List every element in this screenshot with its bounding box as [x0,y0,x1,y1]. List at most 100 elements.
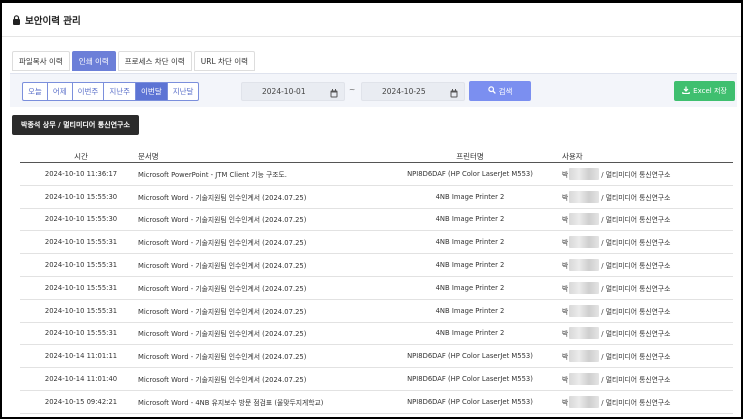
period-last-week-button[interactable]: 지난주 [103,82,137,101]
table-row[interactable]: 2024-10-10 15:55:31 Microsoft Word - 기술지원… [20,231,733,255]
cell-printer: 4NB Image Printer 2 [435,238,505,247]
user-department: / 멀티미디어 통신연구소 [601,262,671,271]
cell-user: 박 / 멀티미디어 통신연구소 [562,209,732,231]
search-button[interactable]: 검색 [469,81,531,101]
excel-export-button[interactable]: Excel 저장 [674,81,735,101]
cell-document: Microsoft Word - 기술지원팀 인수인계서 (2024.07.25… [138,307,307,316]
cell-user: 박 / 멀티미디어 통신연구소 [562,345,732,367]
page-header: 보안이력 관리 [2,3,741,37]
cell-document: Microsoft Word - 4NB 유지보수 방문 점검표 (울맞두지게학… [138,398,324,407]
user-department: / 멀티미디어 통신연구소 [601,353,671,362]
column-header-user: 사용자 [562,151,583,161]
cell-printer: 4NB Image Printer 2 [435,329,505,338]
tab-print[interactable]: 인쇄 이력 [71,51,116,71]
cell-user: 박 / 멀티미디어 통신연구소 [562,277,732,299]
search-button-label: 검색 [498,86,513,96]
user-department: / 멀티미디어 통신연구소 [601,216,671,225]
period-this-week-button[interactable]: 이번주 [71,82,105,101]
page-title: 보안이력 관리 [25,15,81,27]
start-date-value: 2024-10-01 [262,87,306,96]
cell-user: 박 / 멀티미디어 통신연구소 [562,300,732,322]
cell-document: Microsoft PowerPoint - JTM Client 기능 구조도… [138,170,287,179]
table-row[interactable]: 2024-10-10 15:55:31 Microsoft Word - 기술지원… [20,254,733,277]
table-row[interactable]: 2024-10-14 11:01:11 Microsoft Word - 기술지원… [20,345,733,369]
cell-time: 2024-10-10 15:55:30 [44,215,118,224]
cell-document: Microsoft Word - 기술지원팀 인수인계서 (2024.07.25… [138,284,307,293]
tab-file-copy[interactable]: 파일복사 이력 [12,51,70,71]
table-body: 2024-10-10 11:36:17 Microsoft PowerPoint … [20,163,733,414]
calendar-icon[interactable] [330,87,338,98]
excel-button-label: Excel 저장 [693,87,727,95]
cell-printer: 4NB Image Printer 2 [435,192,505,201]
search-icon [487,86,496,96]
cell-time: 2024-10-10 11:36:17 [44,169,118,178]
cell-user: 박 / 멀티미디어 통신연구소 [562,163,732,185]
lock-icon [12,14,21,25]
calendar-icon[interactable] [450,87,458,98]
history-tabs: 파일복사 이력 인쇄 이력 프로세스 차단 이력 URL 차단 이력 [12,51,257,71]
cell-time: 2024-10-14 11:01:40 [44,375,118,384]
blurred-user-name [569,259,600,272]
cell-time: 2024-10-15 09:42:21 [44,397,118,406]
blurred-user-name [569,327,600,340]
end-date-input[interactable]: 2024-10-25 [361,82,465,101]
cell-time: 2024-10-10 15:55:31 [44,238,118,247]
cell-user: 박 / 멀티미디어 통신연구소 [562,391,732,413]
selected-user-badge: 박종석 상무 / 멀티미디어 통신연구소 [12,115,139,135]
app-window: 보안이력 관리 파일복사 이력 인쇄 이력 프로세스 차단 이력 URL 차단 … [2,3,741,417]
period-today-button[interactable]: 오늘 [22,82,48,101]
filter-bar: 오늘 어제 이번주 지난주 이번달 지난달 2024-10-01 ~ 2024-… [10,73,737,107]
cell-time: 2024-10-10 15:55:31 [44,283,118,292]
cell-document: Microsoft Word - 기술지원팀 인수인계서 (2024.07.25… [138,353,307,362]
cell-user: 박 / 멀티미디어 통신연구소 [562,254,732,276]
download-icon [682,86,690,96]
cell-printer: NPI8D6DAF (HP Color LaserJet M553) [407,352,533,361]
period-yesterday-button[interactable]: 어제 [46,82,73,101]
cell-document: Microsoft Word - 기술지원팀 인수인계서 (2024.07.25… [138,216,307,225]
table-row[interactable]: 2024-10-10 15:55:31 Microsoft Word - 기술지원… [20,323,733,346]
blurred-user-name [569,236,600,249]
user-department: / 멀티미디어 통신연구소 [601,398,671,407]
cell-printer: 4NB Image Printer 2 [435,283,505,292]
cell-document: Microsoft Word - 기술지원팀 인수인계서 (2024.07.25… [138,262,307,271]
user-department: / 멀티미디어 통신연구소 [601,193,671,202]
cell-printer: 4NB Image Printer 2 [435,215,505,224]
user-name-initial: 박 [562,284,569,293]
cell-time: 2024-10-10 15:55:31 [44,261,118,270]
blurred-user-name [569,167,600,180]
user-department: / 멀티미디어 통신연구소 [601,170,671,179]
blurred-user-name [569,350,600,363]
table-header: 시간 문서명 프린터명 사용자 [20,150,733,163]
blurred-user-name [569,373,600,386]
period-this-month-button[interactable]: 이번달 [135,82,168,101]
table-row[interactable]: 2024-10-15 09:42:21 Microsoft Word - 4NB … [20,391,733,414]
table-row[interactable]: 2024-10-14 11:01:40 Microsoft Word - 기술지원… [20,368,733,391]
cell-printer: NPI8D6DAF (HP Color LaserJet M553) [407,375,533,384]
user-department: / 멀티미디어 통신연구소 [601,376,671,385]
column-header-time: 시간 [74,151,88,161]
end-date-value: 2024-10-25 [382,87,426,96]
print-history-table: 시간 문서명 프린터명 사용자 2024-10-10 11:36:17 Micro… [20,150,733,414]
cell-document: Microsoft Word - 기술지원팀 인수인계서 (2024.07.25… [138,330,307,339]
tab-url-block[interactable]: URL 차단 이력 [193,51,255,71]
cell-user: 박 / 멀티미디어 통신연구소 [562,323,732,345]
table-row[interactable]: 2024-10-10 15:55:31 Microsoft Word - 기술지원… [20,277,733,300]
blurred-user-name [569,213,600,226]
tab-process-block[interactable]: 프로세스 차단 이력 [117,51,192,71]
table-row[interactable]: 2024-10-10 15:55:30 Microsoft Word - 기술지원… [20,186,733,209]
table-row[interactable]: 2024-10-10 11:36:17 Microsoft PowerPoint … [20,163,733,186]
cell-printer: NPI8D6DAF (HP Color LaserJet M553) [407,397,533,406]
period-last-month-button[interactable]: 지난달 [166,82,200,101]
table-row[interactable]: 2024-10-10 15:55:30 Microsoft Word - 기술지원… [20,209,733,232]
user-department: / 멀티미디어 통신연구소 [601,284,671,293]
user-department: / 멀티미디어 통신연구소 [601,307,671,316]
user-name-initial: 박 [562,353,569,362]
table-row[interactable]: 2024-10-10 15:55:31 Microsoft Word - 기술지원… [20,300,733,323]
user-department: / 멀티미디어 통신연구소 [601,239,671,248]
start-date-input[interactable]: 2024-10-01 [241,82,345,101]
cell-user: 박 / 멀티미디어 통신연구소 [562,186,732,208]
user-name-initial: 박 [562,193,569,202]
cell-time: 2024-10-10 15:55:31 [44,306,118,315]
user-name-initial: 박 [562,376,569,385]
blurred-user-name [569,395,600,408]
